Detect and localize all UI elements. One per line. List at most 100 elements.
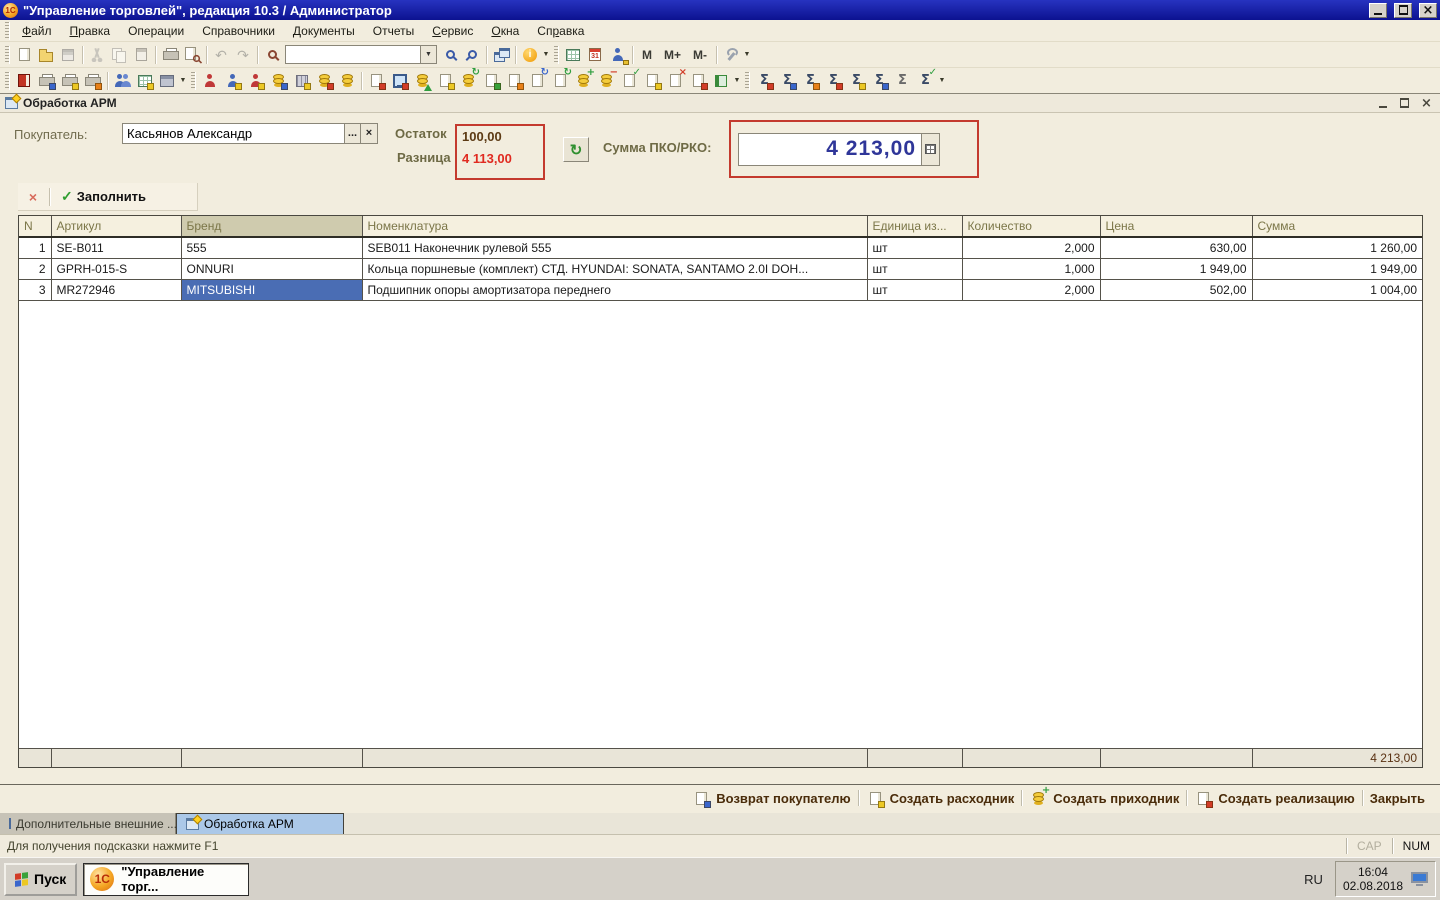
fill-button[interactable]: ✓ Заполнить (55, 186, 152, 208)
paste-button[interactable] (130, 44, 152, 66)
reports-dropdown[interactable]: ▼ (937, 71, 947, 91)
delete-row-button[interactable]: × (22, 186, 44, 208)
tab-arm-processing[interactable]: Обработка АРМ (176, 813, 344, 834)
start-button[interactable]: Пуск (4, 863, 77, 896)
close-button[interactable]: × (1419, 3, 1437, 18)
cell-sum[interactable]: 1 260,00 (1252, 237, 1422, 259)
col-header-qty[interactable]: Количество (962, 216, 1100, 237)
report-cube-red-button[interactable]: Σ (822, 70, 845, 92)
report-yellow-button[interactable]: Σ (845, 70, 868, 92)
page-coins-button[interactable] (434, 70, 457, 92)
toolbar-grip[interactable] (191, 72, 196, 90)
doc-refresh-button[interactable]: ↻ (549, 70, 572, 92)
menu-documents[interactable]: Документы (284, 22, 364, 40)
order-button[interactable] (365, 70, 388, 92)
calendar-button[interactable]: 31 (584, 44, 606, 66)
sum-input[interactable]: 4 213,00 (738, 133, 921, 166)
print-document-button[interactable] (58, 70, 81, 92)
user-permissions-button[interactable] (606, 44, 629, 66)
cash-register-dropdown[interactable]: ▼ (178, 71, 188, 91)
doc-cancel-button[interactable]: × (664, 70, 687, 92)
coins-add-button[interactable]: + (572, 70, 595, 92)
copy-button[interactable] (108, 44, 130, 66)
report-person-button[interactable]: Σ (799, 70, 822, 92)
cell-brand-selected[interactable]: MITSUBISHI (181, 280, 362, 301)
memory-minus-button[interactable]: M- (687, 44, 713, 66)
cell-n[interactable]: 1 (19, 237, 51, 259)
coins-person-button[interactable] (267, 70, 290, 92)
cut-button[interactable] (86, 44, 108, 66)
cell-unit[interactable]: шт (867, 280, 962, 301)
cell-brand[interactable]: ONNURI (181, 259, 362, 280)
refresh-button[interactable]: ↻ (563, 137, 589, 162)
col-header-sum[interactable]: Сумма (1252, 216, 1422, 237)
report-debt-blue-button[interactable]: Σ (776, 70, 799, 92)
cell-nomenclature[interactable]: Подшипник опоры амортизатора переднего (362, 280, 867, 301)
menu-references[interactable]: Справочники (193, 22, 284, 40)
payment-in-button[interactable] (221, 70, 244, 92)
menu-help[interactable]: Справка (528, 22, 593, 40)
create-expense-button[interactable]: Создать расходник (859, 786, 1022, 810)
buyer-clear-button[interactable]: × (361, 123, 378, 144)
save-button[interactable] (57, 44, 79, 66)
print-preview-button[interactable] (181, 44, 203, 66)
doc-person-button[interactable] (687, 70, 710, 92)
coins-button[interactable] (336, 70, 358, 92)
memory-plus-button[interactable]: M+ (658, 44, 687, 66)
doc-audit-button[interactable] (641, 70, 664, 92)
structure-button[interactable] (710, 70, 732, 92)
toolbar-grip[interactable] (5, 46, 10, 64)
find-next-button[interactable] (439, 44, 461, 66)
cell-brand[interactable]: 555 (181, 237, 362, 259)
windows-list-button[interactable] (490, 44, 512, 66)
sum-calc-button[interactable] (921, 133, 940, 166)
redo-button[interactable]: ↷ (232, 44, 254, 66)
buyer-input[interactable] (122, 123, 344, 144)
toolbar-grip[interactable] (554, 46, 559, 64)
cashier-workplace-button[interactable] (388, 70, 411, 92)
menu-service[interactable]: Сервис (423, 22, 482, 40)
col-header-unit[interactable]: Единица из... (867, 216, 962, 237)
report-doc-button[interactable]: Σ (891, 70, 914, 92)
settings-dropdown[interactable]: ▼ (742, 45, 752, 65)
restore-button[interactable] (1394, 3, 1412, 18)
col-header-nomenclature[interactable]: Номенклатура (362, 216, 867, 237)
search-input[interactable] (286, 46, 420, 63)
search-dropdown-button[interactable]: ▼ (420, 46, 436, 63)
report-cube-blue-button[interactable]: Σ (868, 70, 891, 92)
cell-article[interactable]: MR272946 (51, 280, 181, 301)
print-button[interactable] (159, 44, 181, 66)
create-income-button[interactable]: + Создать приходник (1022, 786, 1186, 810)
menu-edit[interactable]: Правка (61, 22, 120, 40)
cell-qty[interactable]: 1,000 (962, 259, 1100, 280)
print-label-button[interactable] (81, 70, 104, 92)
col-header-article[interactable]: Артикул (51, 216, 181, 237)
memory-button[interactable]: M (636, 44, 658, 66)
info-dropdown[interactable]: ▼ (541, 45, 551, 65)
cell-price[interactable]: 630,00 (1100, 237, 1252, 259)
doc-exchange-button[interactable]: ↻ (526, 70, 549, 92)
trade-dropdown[interactable]: ▼ (732, 71, 742, 91)
counterparties-button[interactable] (111, 70, 133, 92)
new-document-button[interactable] (13, 44, 35, 66)
calculator-button[interactable] (562, 44, 584, 66)
cell-unit[interactable]: шт (867, 237, 962, 259)
order-yellow-button[interactable] (503, 70, 526, 92)
return-to-buyer-button[interactable]: Возврат покупателю (685, 786, 857, 810)
cash-register-button[interactable] (156, 70, 178, 92)
cash-table-button[interactable] (133, 70, 156, 92)
print-fiscal-button[interactable] (35, 70, 58, 92)
find-button[interactable] (261, 44, 283, 66)
report-check-button[interactable]: Σ✓ (914, 70, 937, 92)
info-button[interactable]: i (519, 44, 541, 66)
form-minimize-button[interactable] (1374, 96, 1391, 110)
cell-n[interactable]: 3 (19, 280, 51, 301)
cell-qty[interactable]: 2,000 (962, 280, 1100, 301)
report-debt-red-button[interactable]: Σ (753, 70, 776, 92)
bank-button[interactable] (290, 70, 313, 92)
tray-clock[interactable]: 16:04 02.08.2018 (1343, 865, 1403, 893)
col-header-price[interactable]: Цена (1100, 216, 1252, 237)
menu-grip[interactable] (5, 22, 10, 40)
network-monitor-icon[interactable] (1411, 872, 1428, 886)
cell-nomenclature[interactable]: Кольца поршневые (комплект) СТД. HYUNDAI… (362, 259, 867, 280)
